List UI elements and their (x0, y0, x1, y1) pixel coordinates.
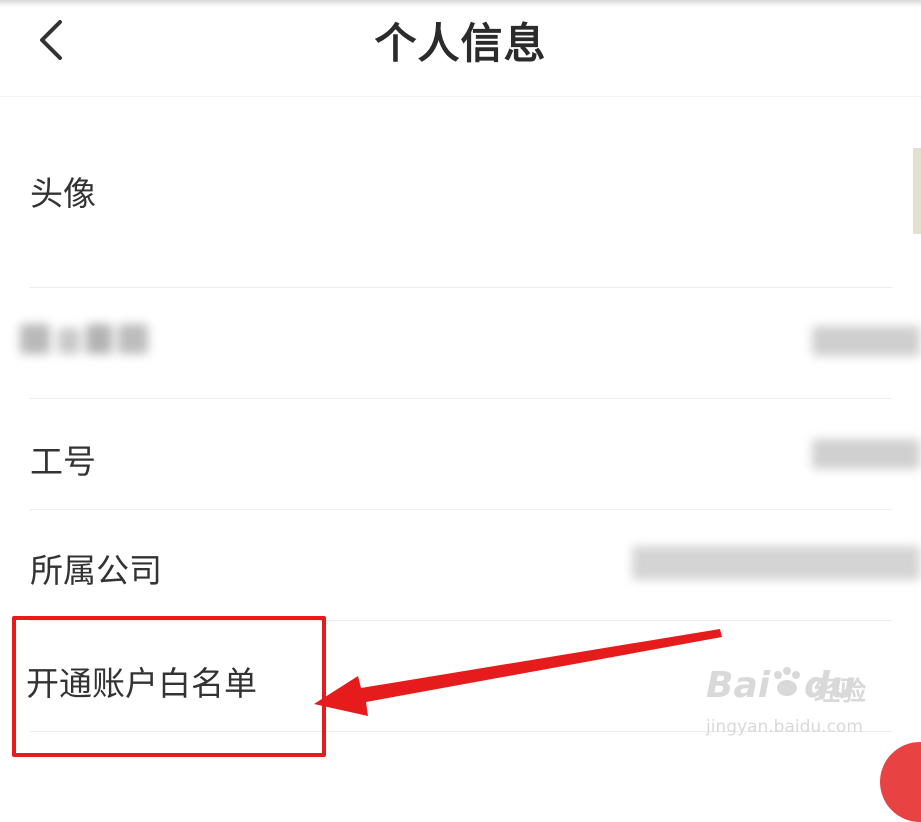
row-label-company: 所属公司 (30, 551, 162, 590)
highlight-box (12, 616, 326, 757)
row-label-employee-id: 工号 (30, 442, 96, 481)
floating-action-button[interactable] (880, 742, 921, 822)
row-company[interactable]: 所属公司 (0, 510, 921, 620)
redacted-label (20, 318, 160, 368)
nav-header: 个人信息 (0, 0, 921, 97)
row-name[interactable] (0, 288, 921, 398)
row-employee-id[interactable]: 工号 (0, 399, 921, 509)
row-label-avatar: 头像 (30, 174, 96, 213)
paw-icon (774, 667, 801, 696)
row-avatar[interactable]: 头像 (0, 97, 921, 287)
avatar[interactable] (913, 148, 921, 234)
page-title: 个人信息 (374, 19, 547, 68)
watermark-url: jingyan.baidu.com (706, 717, 863, 737)
redacted-value (632, 540, 921, 586)
redacted-value (812, 322, 921, 360)
baidu-watermark: Bai du 经验 jingyan.baidu.com (706, 665, 881, 745)
watermark-jingyan: 经验 (814, 677, 867, 707)
redacted-value (812, 435, 921, 473)
